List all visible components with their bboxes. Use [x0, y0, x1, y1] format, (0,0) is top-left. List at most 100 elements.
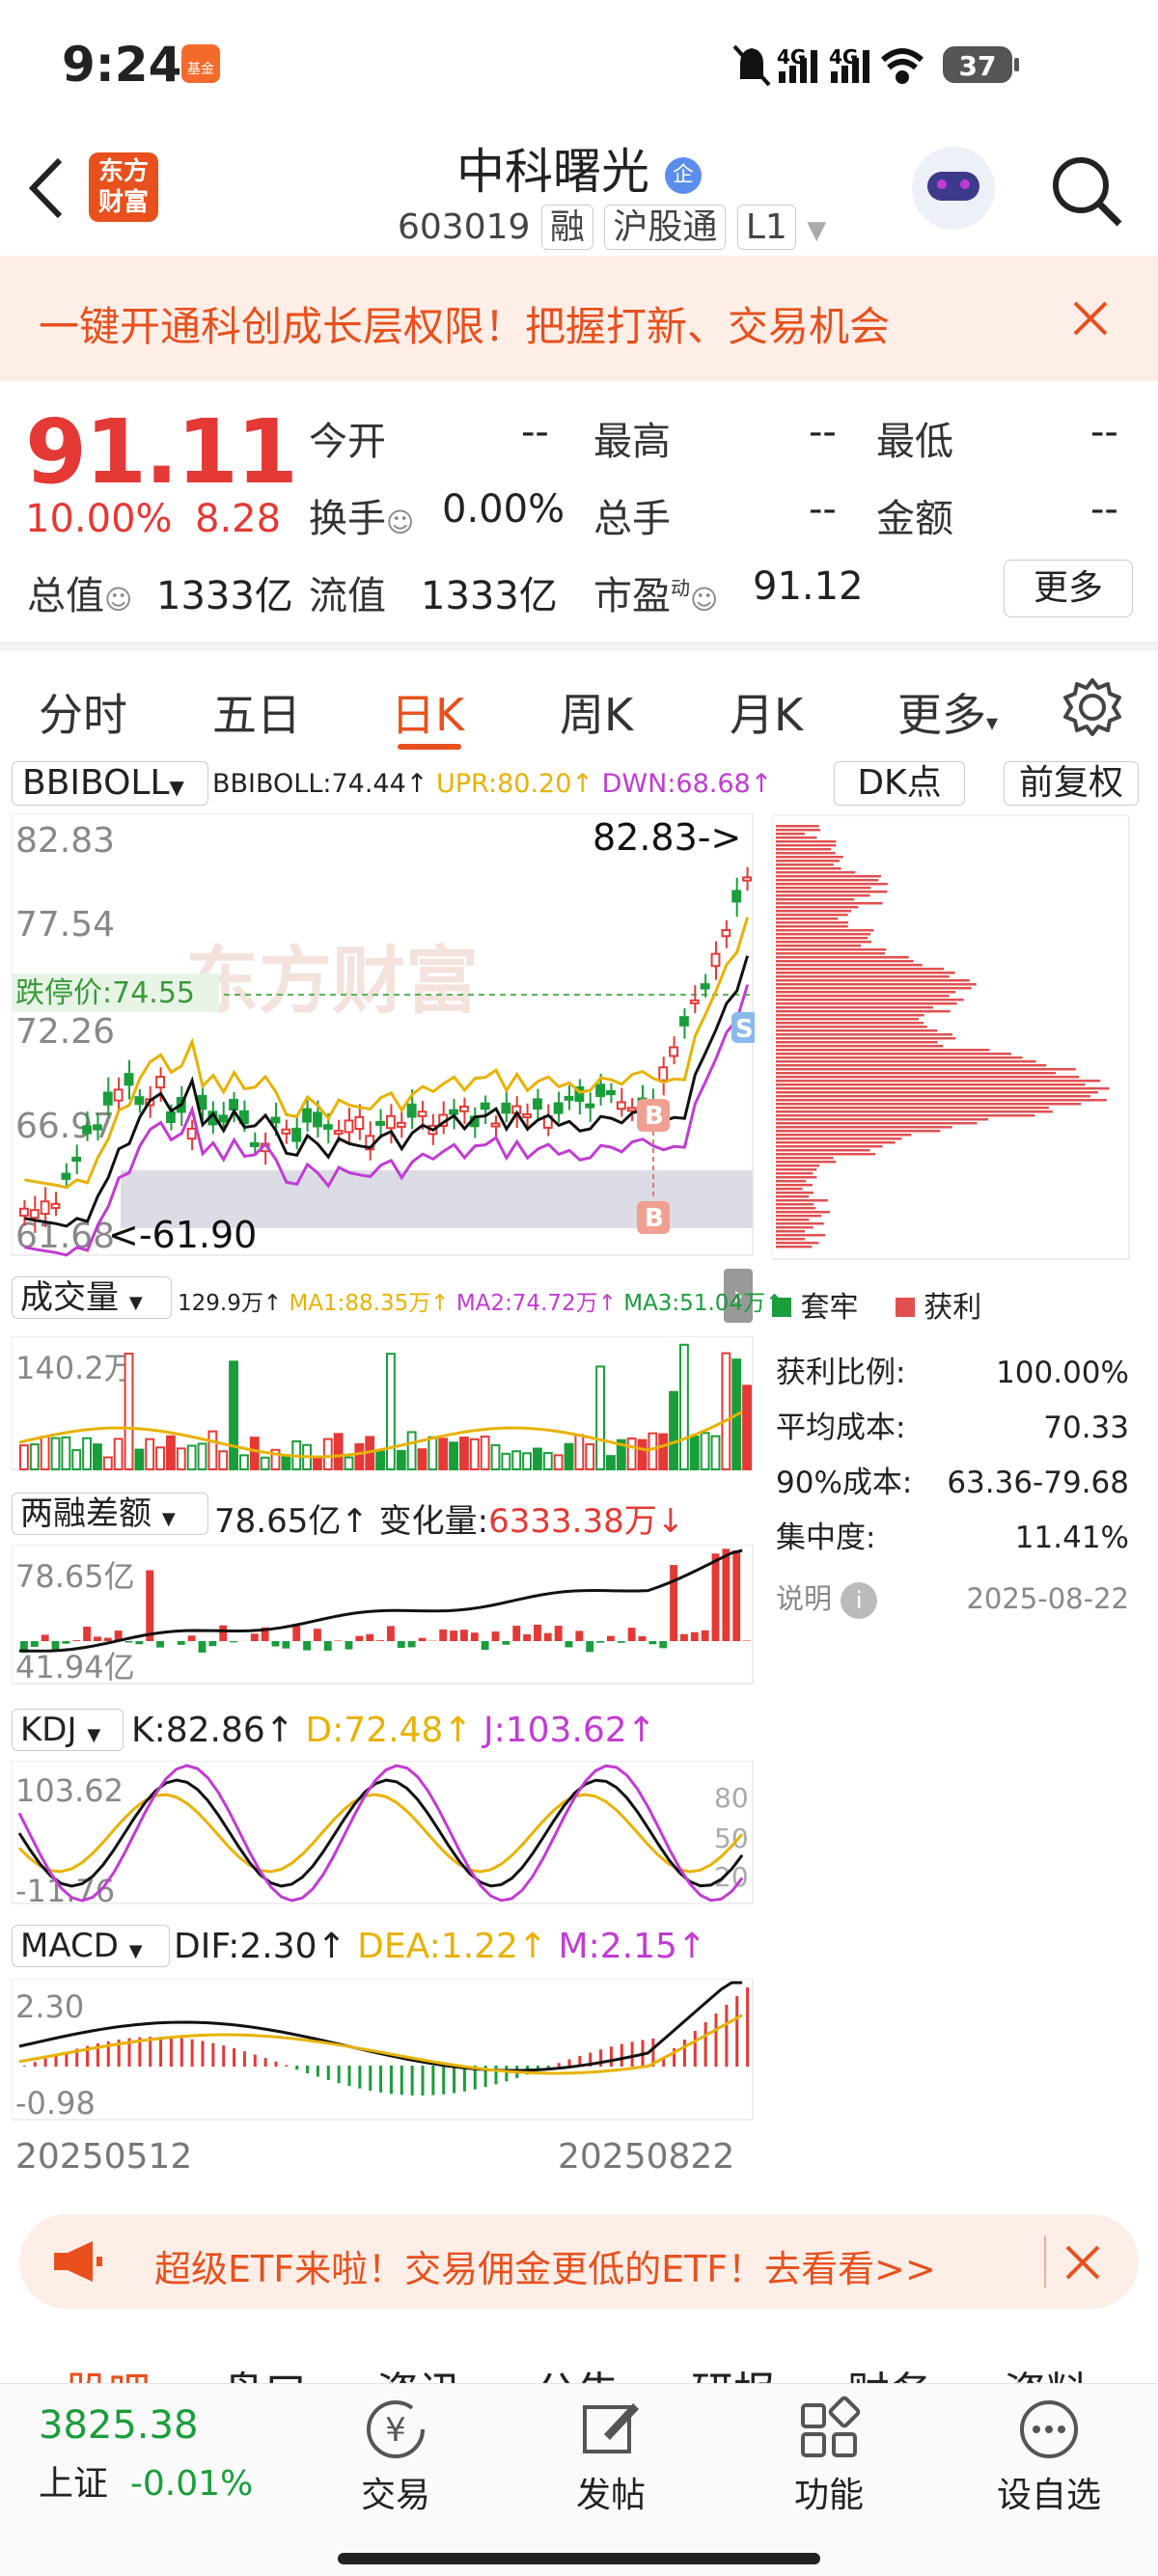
- tab-week-k[interactable]: 周K: [560, 680, 633, 744]
- stock-code-row[interactable]: 603019 融 沪股通 L1 ▼: [398, 199, 827, 250]
- chip-bar: [776, 1234, 826, 1237]
- chip-bar: [776, 1114, 1035, 1117]
- tab-news[interactable]: 资讯: [376, 2358, 461, 2383]
- tab-profile[interactable]: 资料: [1004, 2358, 1089, 2383]
- margin-bar: [617, 1641, 625, 1643]
- trade-button[interactable]: ¥ 交易: [343, 2396, 449, 2517]
- margin-bar: [51, 1641, 60, 1650]
- chip-bar: [776, 1099, 1107, 1102]
- margin-bar: [303, 1641, 311, 1651]
- enterprise-badge: 企: [664, 156, 702, 194]
- volume-bar: [155, 1446, 165, 1471]
- functions-button[interactable]: 功能: [776, 2396, 882, 2517]
- margin-chart[interactable]: 78.65亿 41.94亿: [12, 1545, 755, 1685]
- volume-bar: [574, 1434, 585, 1470]
- margin-bar: [62, 1641, 70, 1644]
- close-icon[interactable]: [1063, 2243, 1102, 2282]
- macd-bar: [22, 2066, 26, 2067]
- caret-down-icon: ▼: [128, 1293, 143, 1313]
- caret-down-icon: ▼: [161, 1509, 176, 1529]
- candle: [61, 1172, 71, 1180]
- etf-ad-bar[interactable]: 超级ETF来啦！交易佣金更低的ETF！去看看>>: [19, 2214, 1139, 2309]
- margin-bar: [387, 1626, 395, 1641]
- info-icon: ☺: [386, 507, 415, 538]
- adjust-select[interactable]: 前复权: [1004, 761, 1139, 806]
- volume-bar: [19, 1444, 29, 1471]
- macd-bar: [337, 2066, 341, 2084]
- volume-select[interactable]: 成交量 ▼: [12, 1276, 172, 1319]
- volume-bar: [322, 1438, 333, 1470]
- post-button[interactable]: 发帖: [558, 2396, 664, 2517]
- macd-bar: [54, 2055, 58, 2067]
- tab-forum[interactable]: 股吧: [66, 2358, 151, 2383]
- chip-bar: [776, 1126, 952, 1129]
- margin-bar: [323, 1641, 332, 1651]
- tab-day-k[interactable]: 日K: [391, 680, 464, 744]
- chip-bar: [776, 975, 950, 978]
- promo-banner[interactable]: 一键开通科创成长层权限！把握打新、交易机会: [0, 256, 1158, 381]
- chip-bar: [776, 1242, 819, 1245]
- macd-bar: [703, 2022, 707, 2067]
- macd-bar: [149, 2037, 152, 2067]
- amount-label: 金额: [876, 497, 953, 541]
- more-button[interactable]: 更多: [1004, 560, 1133, 617]
- settings-gear-icon[interactable]: [1062, 676, 1123, 738]
- tab-finance[interactable]: 财务: [847, 2358, 932, 2383]
- add-watchlist-button[interactable]: 设自选: [977, 2396, 1121, 2517]
- candle: [29, 1209, 40, 1219]
- index-name: 上证: [39, 2464, 109, 2504]
- chip-bar: [776, 983, 977, 986]
- chip-bar: [776, 1110, 1053, 1113]
- margin-bar: [30, 1641, 39, 1647]
- chip-bar: [776, 1107, 1049, 1110]
- volume-bar: [595, 1365, 606, 1471]
- index-value: 3825.38: [39, 2403, 199, 2448]
- macd-bar: [453, 2066, 456, 2094]
- chip-note-row[interactable]: 说明 i 2025-08-22: [776, 1572, 1129, 1627]
- kdj-chart[interactable]: 103.62 -11.76 80 50 20: [12, 1761, 755, 1905]
- margin-bar: [250, 1633, 259, 1641]
- volume-bar: [626, 1438, 637, 1471]
- close-icon[interactable]: [1071, 299, 1110, 338]
- battery-icon: 37: [943, 46, 1019, 83]
- margin-bar: [397, 1641, 405, 1648]
- dk-point-select[interactable]: DK点: [834, 761, 965, 806]
- kline-chart[interactable]: 东方财富 跌停价:74.55 82.83 77.54 72.26 66.97 6…: [12, 813, 755, 1257]
- chip-bar: [776, 995, 950, 998]
- index-widget[interactable]: 3825.38 上证 -0.01%: [39, 2403, 253, 2506]
- tab-orderbook[interactable]: 盘口: [222, 2358, 307, 2383]
- candle: [186, 1127, 197, 1140]
- kdj-select[interactable]: KDJ ▼: [12, 1709, 124, 1751]
- volume-bar: [386, 1353, 396, 1470]
- tab-more[interactable]: 更多▾: [897, 680, 998, 744]
- tab-announcements[interactable]: 公告: [535, 2358, 620, 2383]
- volume-bar: [700, 1432, 710, 1470]
- tab-research[interactable]: 研报: [691, 2358, 776, 2383]
- candle: [679, 1016, 689, 1027]
- caret-down-icon: ▼: [128, 1941, 143, 1961]
- volume-bar: [186, 1444, 197, 1471]
- chip-bar: [776, 1103, 1082, 1106]
- indicator-select[interactable]: BBIBOLL▼: [12, 761, 208, 806]
- tab-five-day[interactable]: 五日: [212, 680, 301, 744]
- chip-bar: [776, 1080, 1101, 1082]
- volume-chart[interactable]: 140.2万: [12, 1336, 755, 1471]
- chip-bar: [776, 1145, 883, 1148]
- macd-select[interactable]: MACD ▼: [12, 1925, 170, 1967]
- turnover-label: 换手☺: [309, 497, 415, 541]
- margin-select[interactable]: 两融差额 ▼: [12, 1493, 208, 1535]
- tab-month-k[interactable]: 月K: [730, 680, 803, 744]
- macd-chart[interactable]: 2.30 -0.98: [12, 1979, 755, 2122]
- edit-post-icon: [583, 2403, 639, 2453]
- tab-minute[interactable]: 分时: [39, 680, 127, 744]
- status-icons: 4G 4G 37: [732, 44, 1019, 87]
- margin-bar: [334, 1640, 343, 1641]
- margin-bar: [638, 1635, 647, 1641]
- dropdown-icon: ▼: [807, 216, 827, 245]
- volume-bar: [438, 1438, 449, 1470]
- svg-text:37: 37: [959, 50, 997, 82]
- search-icon[interactable]: [1048, 152, 1125, 230]
- robot-assistant-icon[interactable]: [912, 147, 995, 230]
- chip-bar: [776, 1203, 814, 1206]
- margin-bar: [502, 1641, 510, 1645]
